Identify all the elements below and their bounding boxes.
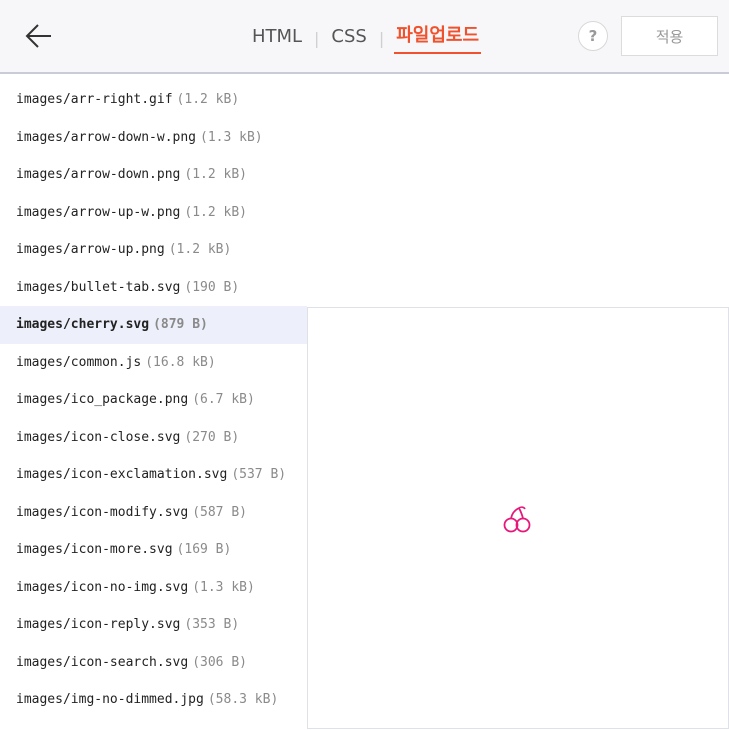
file-list-item[interactable]: images/icon-no-img.svg (1.3 kB) xyxy=(0,569,307,607)
file-size: (1.3 kB) xyxy=(192,579,255,595)
file-name: images/icon-no-img.svg xyxy=(16,579,189,595)
file-size: (1.2 kB) xyxy=(176,92,240,108)
file-list-item[interactable]: images/icon-more.svg (169 B) xyxy=(0,531,307,569)
file-name: images/cherry.svg xyxy=(16,317,150,333)
file-list-item[interactable]: images/icon-close.svg (270 B) xyxy=(0,419,307,457)
tab-file-upload[interactable]: 파일업로드 xyxy=(394,23,482,54)
file-name: images/ico_package.png xyxy=(16,392,189,408)
file-name: images/arr-right.gif xyxy=(16,92,173,108)
file-size: (169 B) xyxy=(176,542,232,558)
file-size: (537 B) xyxy=(231,467,287,483)
file-list-item[interactable]: images/arrow-up-w.png (1.2 kB) xyxy=(0,194,307,232)
file-name: images/icon-modify.svg xyxy=(16,504,189,520)
file-list-item[interactable]: images/bullet-tab.svg (190 B) xyxy=(0,269,307,307)
file-size: (353 B) xyxy=(184,617,240,633)
file-size: (58.3 kB) xyxy=(207,692,279,708)
file-name: images/arrow-up-w.png xyxy=(16,204,181,220)
file-list-item[interactable]: images/arrow-down.png (1.2 kB) xyxy=(0,156,307,194)
file-size: (190 B) xyxy=(184,279,240,295)
file-list-item[interactable]: images/ico_package.png (6.7 kB) xyxy=(0,381,307,419)
file-size: (16.8 kB) xyxy=(145,354,216,370)
file-size: (1.2 kB) xyxy=(184,167,247,183)
file-name: images/icon-reply.svg xyxy=(16,617,181,633)
file-preview-panel xyxy=(307,307,729,729)
file-name: images/icon-search.svg xyxy=(16,654,189,670)
tab-css[interactable]: CSS xyxy=(329,24,368,53)
file-size: (879 B) xyxy=(153,317,208,333)
help-button[interactable]: ? xyxy=(578,21,608,51)
file-list-item[interactable]: images/icon-reply.svg (353 B) xyxy=(0,606,307,644)
file-name: images/img-no-dimmed.jpg xyxy=(16,692,204,708)
file-name: images/icon-close.svg xyxy=(16,429,181,445)
file-size: (270 B) xyxy=(184,429,240,445)
file-name: images/common.js xyxy=(16,354,142,370)
file-list-item[interactable]: images/arrow-down-w.png (1.3 kB) xyxy=(0,119,307,157)
file-list-item[interactable]: images/icon-modify.svg (587 B) xyxy=(0,494,307,532)
file-size: (6.7 kB) xyxy=(192,392,255,408)
file-name: images/arrow-up.png xyxy=(16,242,165,258)
file-list: images/arr-right.gif (1.2 kB) images/arrow… xyxy=(0,81,307,719)
file-size: (1.3 kB) xyxy=(200,129,263,145)
file-name: images/icon-more.svg xyxy=(16,542,173,558)
file-size: (587 B) xyxy=(192,504,247,520)
file-list-item[interactable]: images/arr-right.gif (1.2 kB) xyxy=(0,81,307,119)
tab-divider: | xyxy=(314,28,320,48)
file-list-item[interactable]: images/icon-search.svg (306 B) xyxy=(0,644,307,682)
file-list-item[interactable]: images/common.js (16.8 kB) xyxy=(0,344,307,382)
header-bar: HTML | CSS | 파일업로드 ? 적용 xyxy=(0,0,729,74)
file-size: (1.2 kB) xyxy=(184,204,247,220)
file-name: images/bullet-tab.svg xyxy=(16,279,181,295)
apply-button[interactable]: 적용 xyxy=(621,16,718,56)
file-size: (306 B) xyxy=(192,654,247,670)
file-size: (1.2 kB) xyxy=(168,242,232,258)
file-name: images/icon-exclamation.svg xyxy=(16,467,228,483)
file-list-item[interactable]: images/cherry.svg (879 B) xyxy=(0,306,307,344)
tab-bar: HTML | CSS | 파일업로드 xyxy=(0,23,729,54)
file-name: images/arrow-down.png xyxy=(16,167,181,183)
file-list-item[interactable]: images/icon-exclamation.svg (537 B) xyxy=(0,456,307,494)
tab-html[interactable]: HTML xyxy=(250,24,304,53)
file-list-item[interactable]: images/arrow-up.png (1.2 kB) xyxy=(0,231,307,269)
tab-divider: | xyxy=(378,28,385,48)
file-name: images/arrow-down-w.png xyxy=(16,129,197,145)
cherry-icon xyxy=(503,506,531,533)
file-list-item[interactable]: images/img-no-dimmed.jpg (58.3 kB) xyxy=(0,681,307,719)
